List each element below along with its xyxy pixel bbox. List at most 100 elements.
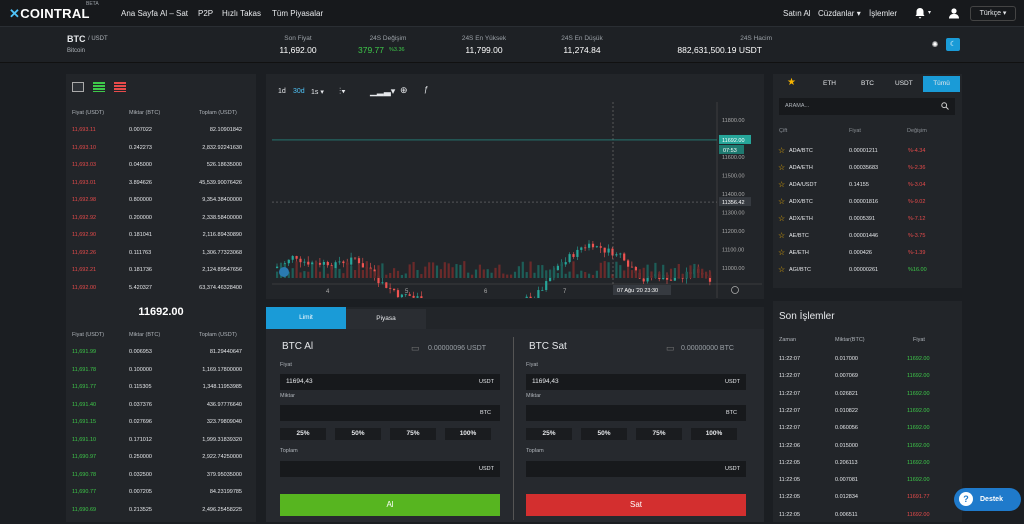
price-chart[interactable]: 11800.0011700.0011600.0011500.0011400.00… [272, 102, 762, 298]
sell-pct-50[interactable]: 50% [581, 428, 627, 440]
bid-row[interactable]: 11,691.40 0.037376 436.97776640 [66, 397, 256, 415]
bid-row[interactable]: 11,691.77 0.115305 1,348.11953985 [66, 379, 256, 397]
cointral-logo[interactable]: ✕COINTRAL [9, 6, 90, 22]
nav-all-markets[interactable]: Tüm Piyasalar [272, 9, 323, 18]
buy-pct-100[interactable]: 100% [445, 428, 491, 440]
sell-pct-100[interactable]: 100% [691, 428, 737, 440]
bid-row[interactable]: 11,690.97 0.250000 2,922.74250000 [66, 449, 256, 467]
sell-pct-25[interactable]: 25% [526, 428, 572, 440]
volume-bar [623, 270, 626, 278]
ask-row[interactable]: 11,693.03 0.045000 526.18635000 [66, 157, 256, 175]
orderbook-view-asks-icon[interactable] [114, 82, 126, 92]
bell-dropdown-icon[interactable]: ▾ [928, 9, 931, 16]
bid-row[interactable]: 11,691.99 0.006953 81.29440647 [66, 344, 256, 362]
nav-trades[interactable]: İşlemler [869, 9, 897, 18]
sell-total-input[interactable]: USDT [526, 461, 746, 477]
market-row[interactable]: ☆ AGI/BTC 0.00000261 %16.00 [773, 262, 953, 279]
market-row[interactable]: ☆ ADX/ETH 0.0005391 %-7.12 [773, 211, 953, 228]
tab-market[interactable]: Piyasa [346, 309, 426, 329]
sell-button[interactable]: Sat [526, 494, 746, 516]
nav-quick-swap[interactable]: Hızlı Takas [222, 9, 261, 18]
ask-row[interactable]: 11,692.92 0.200000 2,338.58400000 [66, 210, 256, 228]
nav-wallets[interactable]: Cüzdanlar ▾ [818, 9, 861, 18]
bid-row[interactable]: 11,690.69 0.213525 2,496.25458225 [66, 502, 256, 520]
market-row[interactable]: ☆ ADA/USDT 0.14155 %-3.04 [773, 177, 953, 194]
volume-bar [549, 269, 552, 278]
orderbook-view-both-icon[interactable] [72, 82, 84, 92]
bid-row[interactable]: 11,691.78 0.100000 1,169.17800000 [66, 362, 256, 380]
market-row[interactable]: ☆ ADA/BTC 0.00001211 %-4.34 [773, 143, 953, 160]
candle-body [588, 243, 591, 248]
ask-row[interactable]: 11,692.21 0.181736 2,124.89547656 [66, 262, 256, 280]
candle-body [354, 257, 357, 259]
market-pair: ADX/ETH [789, 216, 813, 222]
interval-30d[interactable]: 30d [293, 88, 305, 95]
bid-amount: 0.250000 [129, 454, 152, 460]
language-select[interactable]: Türkçe ▾ [970, 6, 1016, 21]
ask-row[interactable]: 11,692.90 0.181041 2,116.89430890 [66, 227, 256, 245]
market-row[interactable]: ☆ AE/ETH 0.000426 %-1.39 [773, 245, 953, 262]
tab-limit[interactable]: Limit [266, 307, 346, 329]
buy-pct-75[interactable]: 75% [390, 428, 436, 440]
trade-row: 11:22:05 0.012834 11691.77 [773, 489, 962, 507]
support-button[interactable]: ? Destek [954, 488, 1021, 511]
ask-price: 11,693.01 [72, 179, 97, 186]
ask-row[interactable]: 11,692.26 0.111763 1,306.77323068 [66, 245, 256, 263]
volume-bar [619, 265, 622, 278]
ask-row[interactable]: 11,692.98 0.800000 9,354.38400000 [66, 192, 256, 210]
user-icon[interactable] [948, 7, 960, 19]
nav-p2p[interactable]: P2P [198, 9, 213, 18]
star-icon[interactable]: ☆ [778, 197, 785, 206]
ask-row[interactable]: 11,693.11 0.007022 82.10901842 [66, 122, 256, 140]
ask-row[interactable]: 11,693.01 3.894626 45,539.90076426 [66, 175, 256, 193]
bid-row[interactable]: 11,690.78 0.032500 379.95035000 [66, 467, 256, 485]
sell-pct-75[interactable]: 75% [636, 428, 682, 440]
top-navbar: ✕COINTRAL BETA Ana Sayfa Al – Sat P2P Hı… [0, 0, 1024, 27]
indicators-icon[interactable]: ▁▂▃▾ [370, 86, 395, 97]
market-row[interactable]: ☆ ADA/ETH 0.00035683 %-2.36 [773, 160, 953, 177]
star-icon[interactable]: ☆ [778, 146, 785, 155]
market-tab-all[interactable]: Tümü [923, 76, 960, 92]
candle-type-icon[interactable]: ⫶▾ [339, 86, 346, 97]
market-row[interactable]: ☆ ADX/BTC 0.00001816 %-9.02 [773, 194, 953, 211]
buy-price-input[interactable]: 11694,43 USDT [280, 374, 500, 390]
star-icon[interactable]: ☆ [778, 248, 785, 257]
ask-row[interactable]: 11,693.10 0.242273 2,832.92241630 [66, 140, 256, 158]
theme-light-toggle[interactable]: ☾ [946, 38, 960, 51]
nav-buy[interactable]: Satın Al [783, 9, 811, 18]
favorites-star-icon[interactable]: ★ [787, 77, 796, 88]
sell-amount-input[interactable]: BTC [526, 405, 746, 421]
candle-body [568, 254, 571, 263]
nav-buy-sell[interactable]: Al – Sat [160, 9, 188, 18]
bid-row[interactable]: 11,691.10 0.171012 1,999.31839320 [66, 432, 256, 450]
interval-1d[interactable]: 1d [278, 88, 286, 95]
nav-home[interactable]: Ana Sayfa [121, 9, 158, 18]
buy-total-input[interactable]: USDT [280, 461, 500, 477]
star-icon[interactable]: ☆ [778, 163, 785, 172]
interval-1s[interactable]: 1s ▾ [311, 88, 324, 96]
bid-row[interactable]: 11,691.15 0.027696 323.79809040 [66, 414, 256, 432]
sell-price-input[interactable]: 11694,43 USDT [526, 374, 746, 390]
market-tab-usdt[interactable]: USDT [895, 80, 913, 87]
market-tab-btc[interactable]: BTC [861, 80, 874, 87]
star-icon[interactable]: ☆ [778, 214, 785, 223]
formula-icon[interactable]: ƒ [424, 85, 428, 94]
orderbook-view-bids-icon[interactable] [93, 82, 105, 92]
theme-dark-toggle[interactable]: ✺ [928, 38, 942, 51]
bell-icon[interactable] [914, 7, 926, 19]
volume-bar [365, 261, 368, 278]
market-tab-eth[interactable]: ETH [823, 80, 836, 87]
buy-amount-input[interactable]: BTC [280, 405, 500, 421]
bid-row[interactable]: 11,690.77 0.007205 84.23199785 [66, 484, 256, 502]
ask-row[interactable]: 11,692.00 5.420327 63,374.46328400 [66, 280, 256, 298]
sell-title: BTC Sat [529, 341, 567, 352]
buy-pct-25[interactable]: 25% [280, 428, 326, 440]
buy-pct-50[interactable]: 50% [335, 428, 381, 440]
add-indicator-icon[interactable]: ⊕ [400, 85, 408, 96]
market-row[interactable]: ☆ AE/BTC 0.00001446 %-3.75 [773, 228, 953, 245]
market-search-input[interactable]: ARAMA... [779, 98, 955, 115]
star-icon[interactable]: ☆ [778, 180, 785, 189]
star-icon[interactable]: ☆ [778, 265, 785, 274]
star-icon[interactable]: ☆ [778, 231, 785, 240]
buy-button[interactable]: Al [280, 494, 500, 516]
